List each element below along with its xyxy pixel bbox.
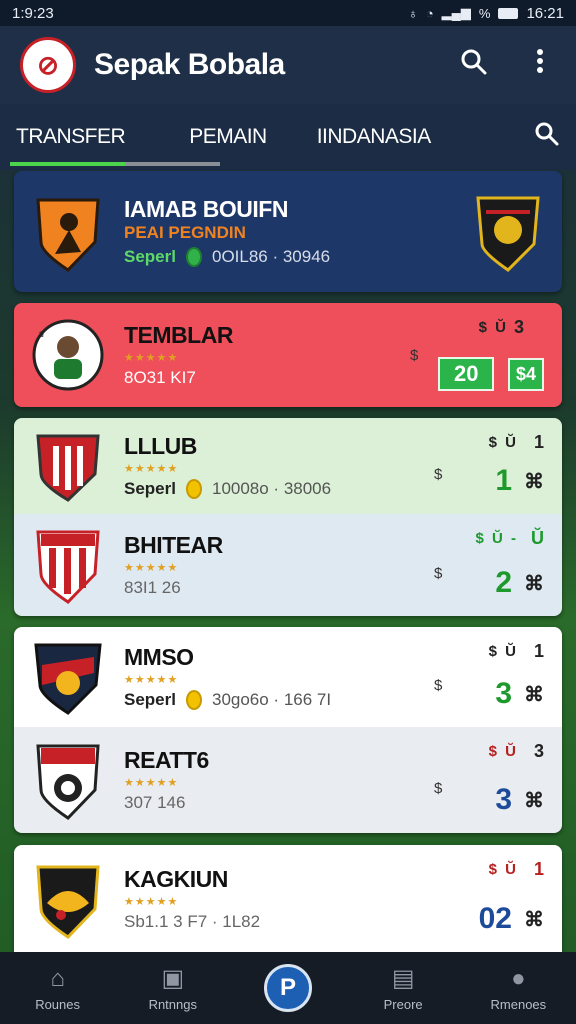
status-icons: ♁ ◔ ▂▄▆ % 16:21 — [408, 5, 564, 22]
tab-pemain[interactable]: PEMAIN — [189, 125, 267, 149]
app-title: Sepak Bobala — [94, 48, 285, 81]
club-marks: $ Ŭ — [488, 643, 518, 660]
club-score: 3 — [495, 783, 512, 816]
club-card-group-3: KAGKIUN ★★★★★ Sb1.1 3 F7 · 1L82 $ Ŭ 1 02… — [14, 845, 562, 952]
coin-icon — [185, 690, 202, 710]
club-mini: 1 — [533, 641, 544, 661]
kebab-menu-icon[interactable] — [524, 48, 556, 82]
club-mini: 3 — [533, 741, 544, 761]
green-coin-icon — [185, 247, 202, 267]
list-item[interactable]: MMSO ★★★★★ Seperl 30go6o · 166 7I $ Ŭ 1 … — [14, 627, 562, 727]
club-crest-icon — [32, 525, 104, 605]
highlight-marks: $ Ŭ — [478, 319, 508, 336]
featured-card[interactable]: IAMAB BOUIFN PEAI PEGNDIN Seperl 0OIL86 … — [14, 171, 562, 292]
club-mini: 1 — [533, 859, 544, 879]
notification-icon: ♁ — [408, 5, 418, 21]
svg-text:♛: ♛ — [38, 330, 45, 339]
club-dollar: $ — [434, 565, 443, 582]
app-logo-icon: ⊘ — [20, 37, 76, 93]
club-mini: 1 — [533, 432, 544, 452]
battery-icon — [498, 7, 519, 19]
nav-label: Rmenoes — [490, 996, 547, 1012]
nav-item-rounes[interactable]: ⌂ Rounes — [10, 965, 106, 1012]
club-mini: Ŭ — [531, 528, 544, 548]
club-meta-value: 10008o · 38006 — [211, 479, 332, 498]
lock-icon: ▣ — [161, 965, 185, 992]
highlight-mini: 3 — [513, 317, 524, 337]
person-icon: ● — [511, 964, 526, 992]
status-time-left: 1:9:23 — [12, 4, 54, 22]
highlight-card[interactable]: ♛ TEMBLAR ★★★★★ 8O31 KI7 $ Ŭ 3 $ 20 $4 — [14, 303, 562, 407]
nav-item-center[interactable]: P — [240, 964, 336, 1012]
swap-icon[interactable]: ⌘ — [524, 571, 544, 596]
nav-item-preore[interactable]: ▤ Preore — [355, 964, 451, 1012]
tab-iindanasia[interactable]: IINDANASIA — [317, 125, 432, 149]
featured-subtitle: PEAI PEGNDIN — [124, 223, 246, 242]
nav-label: Preore — [383, 997, 423, 1012]
club-crest-icon — [32, 859, 104, 939]
club-marks: $ Ŭ — [488, 434, 518, 451]
club-score: 2 — [495, 566, 512, 599]
club-marks: $ Ŭ — [488, 743, 518, 760]
swap-icon[interactable]: ⌘ — [524, 682, 544, 707]
player-avatar: ♛ — [32, 315, 104, 395]
tab-search-icon[interactable] — [534, 121, 560, 154]
list-item[interactable]: LLLUB ★★★★★ Seperl 10008o · 38006 $ Ŭ 1 … — [14, 418, 562, 514]
club-meta-value: 30go6o · 166 7I — [211, 690, 332, 709]
nav-label: Rounes — [35, 996, 80, 1012]
home-icon: ⌂ — [50, 964, 65, 992]
coin-icon — [185, 479, 202, 499]
highlight-price2[interactable]: $4 — [507, 358, 544, 391]
swap-icon[interactable]: ⌘ — [524, 788, 544, 813]
swap-icon[interactable]: ⌘ — [524, 469, 544, 494]
club-meta-label: Seperl — [124, 479, 176, 498]
club-marks: $ Ŭ - — [475, 530, 518, 547]
app-bar: ⊘ Sepak Bobala — [0, 26, 576, 104]
tab-transfer[interactable]: TRANSFER — [16, 125, 126, 149]
club-crest-icon — [32, 740, 104, 820]
nav-label: Rntnngs — [148, 997, 197, 1012]
nav-item-rntnngs[interactable]: ▣ Rntnngs — [125, 964, 221, 1012]
featured-title: IAMAB BOUIFN — [124, 196, 288, 222]
p-badge-icon: P — [263, 964, 312, 1012]
swap-icon[interactable]: ⌘ — [524, 907, 544, 932]
club-crest-icon — [32, 426, 104, 506]
opponent-crest-icon — [472, 192, 544, 272]
club-card-group-2: MMSO ★★★★★ Seperl 30go6o · 166 7I $ Ŭ 1 … — [14, 627, 562, 833]
club-dollar: $ — [434, 780, 443, 797]
wifi-icon: ◔ — [425, 5, 434, 21]
signal-text: % — [478, 5, 491, 21]
highlight-price[interactable]: 20 — [438, 357, 495, 391]
bottom-nav: ⌂ Rounes ▣ Rntnngs P ▤ Preore ● Rmenoes — [0, 952, 576, 1024]
club-score: 1 — [495, 464, 512, 497]
status-time-right: 16:21 — [526, 4, 564, 22]
list-item[interactable]: REATT6 ★★★★★ 307 146 $ Ŭ 3 $ 3 ⌘ — [14, 727, 562, 833]
club-meta-label: Seperl — [124, 690, 176, 709]
list-item[interactable]: BHITEAR ★★★★★ 83I1 26 $ Ŭ - Ŭ $ 2 ⌘ — [14, 514, 562, 616]
cards-icon: ▤ — [391, 965, 415, 992]
highlight-dollar: $ — [410, 346, 419, 364]
club-score: 3 — [495, 677, 512, 710]
club-dollar: $ — [434, 466, 443, 483]
search-icon[interactable] — [458, 48, 490, 83]
signal-icon: ▂▄▆ — [441, 5, 471, 20]
nav-item-rmenoes[interactable]: ● Rmenoes — [470, 965, 566, 1012]
club-marks: $ Ŭ — [488, 861, 518, 878]
club-score: 02 — [478, 902, 512, 935]
featured-meta-value: 0OIL86 · 30946 — [211, 247, 331, 266]
tab-bar: TRANSFER PEMAIN IINDANASIA — [0, 104, 576, 170]
list-item[interactable]: KAGKIUN ★★★★★ Sb1.1 3 F7 · 1L82 $ Ŭ 1 02… — [14, 845, 562, 952]
tab-active-indicator — [10, 162, 220, 166]
club-crest-icon — [32, 637, 104, 717]
club-dollar: $ — [434, 677, 443, 694]
club-crest-icon — [32, 192, 104, 272]
featured-meta-label: Seperl — [124, 247, 176, 266]
club-card-group-1: LLLUB ★★★★★ Seperl 10008o · 38006 $ Ŭ 1 … — [14, 418, 562, 616]
status-bar: 1:9:23 ♁ ◔ ▂▄▆ % 16:21 — [0, 0, 576, 26]
